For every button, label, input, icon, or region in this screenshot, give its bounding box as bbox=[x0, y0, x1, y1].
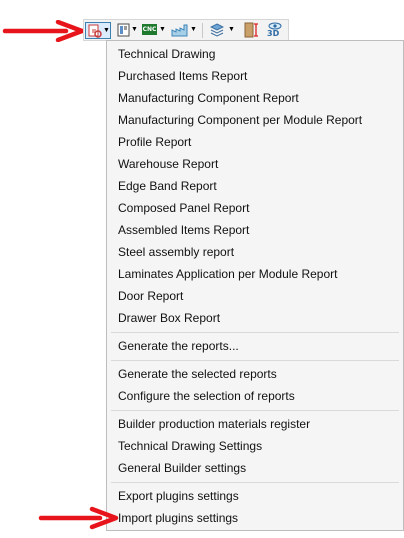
menu-item-drawer-box-report[interactable]: Drawer Box Report bbox=[118, 308, 220, 328]
chevron-down-icon[interactable]: ▼ bbox=[103, 27, 110, 34]
menu-item-configure-selection-of-reports[interactable]: Configure the selection of reports bbox=[118, 386, 295, 406]
menu-item-technical-drawing-settings[interactable]: Technical Drawing Settings bbox=[118, 436, 262, 456]
layers-icon bbox=[210, 23, 224, 37]
menu-item-profile-report[interactable]: Profile Report bbox=[118, 132, 191, 152]
menu-item-manufacturing-component-per-module-report[interactable]: Manufacturing Component per Module Repor… bbox=[118, 110, 362, 130]
menu-item-assembled-items-report[interactable]: Assembled Items Report bbox=[118, 220, 249, 240]
layers-button[interactable]: ▼ bbox=[206, 22, 236, 39]
cnc-icon: CNC bbox=[142, 24, 157, 35]
report-button[interactable]: ▼ bbox=[85, 22, 111, 39]
panel-height-button[interactable] bbox=[242, 22, 262, 39]
menu-item-manufacturing-component-report[interactable]: Manufacturing Component Report bbox=[118, 88, 299, 108]
menu-item-import-plugins-settings[interactable]: Import plugins settings bbox=[118, 508, 238, 528]
menu-item-steel-assembly-report[interactable]: Steel assembly report bbox=[118, 242, 234, 262]
menu-divider bbox=[111, 332, 399, 333]
chevron-down-icon[interactable]: ▼ bbox=[228, 26, 235, 33]
menu-item-technical-drawing[interactable]: Technical Drawing bbox=[118, 44, 215, 64]
menu-item-purchased-items-report[interactable]: Purchased Items Report bbox=[118, 66, 247, 86]
layout-icon bbox=[117, 23, 130, 37]
annotation-arrow-import bbox=[38, 506, 119, 530]
toolbar: ▼ ▼ CNC ▼ ▼ ▼ 3D bbox=[83, 19, 289, 41]
report-icon bbox=[88, 24, 102, 38]
menu-item-warehouse-report[interactable]: Warehouse Report bbox=[118, 154, 218, 174]
menu-divider bbox=[111, 410, 399, 411]
menu-item-generate-selected-reports[interactable]: Generate the selected reports bbox=[118, 364, 277, 384]
view3d-label: 3D bbox=[267, 29, 280, 38]
menu-divider bbox=[111, 360, 399, 361]
view3d-button[interactable]: 3D bbox=[265, 22, 285, 39]
layout-button[interactable]: ▼ bbox=[115, 22, 139, 39]
cnc-button[interactable]: CNC ▼ bbox=[141, 22, 167, 39]
menu-item-generate-reports[interactable]: Generate the reports... bbox=[118, 336, 239, 356]
panel-height-icon bbox=[244, 22, 258, 38]
menu-item-composed-panel-report[interactable]: Composed Panel Report bbox=[118, 198, 249, 218]
menu-item-general-builder-settings[interactable]: General Builder settings bbox=[118, 458, 246, 478]
chart-button[interactable]: ▼ bbox=[170, 22, 198, 39]
menu-item-laminates-application-per-module-report[interactable]: Laminates Application per Module Report bbox=[118, 264, 337, 284]
chevron-down-icon[interactable]: ▼ bbox=[131, 26, 138, 33]
menu-item-export-plugins-settings[interactable]: Export plugins settings bbox=[118, 486, 239, 506]
menu-item-edge-band-report[interactable]: Edge Band Report bbox=[118, 176, 217, 196]
menu-item-door-report[interactable]: Door Report bbox=[118, 286, 183, 306]
chevron-down-icon[interactable]: ▼ bbox=[159, 26, 166, 33]
chevron-down-icon[interactable]: ▼ bbox=[190, 26, 197, 33]
toolbar-separator bbox=[202, 23, 203, 38]
menu-divider bbox=[111, 482, 399, 483]
annotation-arrow-toolbar bbox=[2, 20, 85, 42]
factory-chart-icon bbox=[171, 24, 188, 37]
cnc-label: CNC bbox=[142, 26, 157, 33]
reports-dropdown-menu: Technical Drawing Purchased Items Report… bbox=[106, 40, 404, 531]
menu-item-builder-production-materials-register[interactable]: Builder production materials register bbox=[118, 414, 310, 434]
